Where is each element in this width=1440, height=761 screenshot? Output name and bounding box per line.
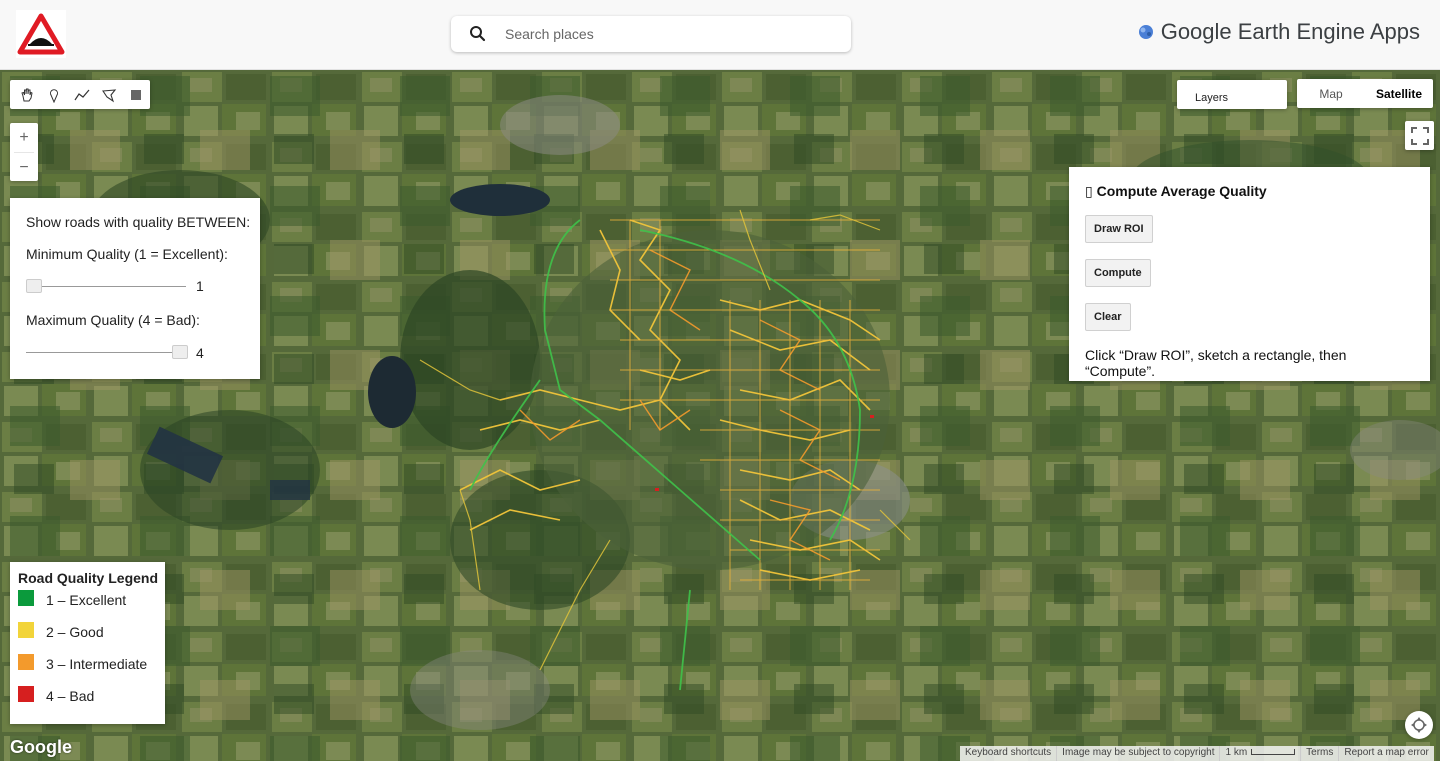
map-footer: Keyboard shortcuts Image may be subject … — [960, 746, 1434, 761]
slider-track — [26, 352, 186, 353]
min-quality-slider[interactable] — [26, 278, 186, 294]
compute-quality-panel: ▯ Compute Average Quality Draw ROI Compu… — [1069, 167, 1430, 381]
legend-label: 1 – Excellent — [46, 592, 127, 608]
quality-filter-panel: Show roads with quality BETWEEN: Minimum… — [10, 198, 260, 379]
scale-label: 1 km — [1225, 747, 1248, 758]
google-logo[interactable]: Google — [10, 737, 72, 758]
compute-panel-title: ▯ Compute Average Quality — [1085, 183, 1267, 199]
legend-label: 2 – Good — [46, 624, 104, 640]
polygon-icon[interactable] — [95, 80, 122, 109]
camera-move-icon — [1411, 717, 1427, 733]
legend-swatch-intermediate — [18, 654, 34, 670]
zoom-in-button[interactable]: + — [10, 123, 38, 152]
slider-thumb[interactable] — [26, 279, 42, 293]
legend-swatch-good — [18, 622, 34, 638]
search-input[interactable] — [505, 26, 825, 42]
max-quality-value: 4 — [196, 345, 204, 361]
keyboard-shortcuts-link[interactable]: Keyboard shortcuts — [960, 746, 1056, 761]
draw-roi-button[interactable]: Draw ROI — [1085, 215, 1153, 243]
drawing-tools — [10, 80, 150, 109]
min-quality-label: Minimum Quality (1 = Excellent): — [26, 246, 228, 262]
road-quality-legend: Road Quality Legend 1 – Excellent 2 – Go… — [10, 562, 165, 724]
search-icon — [470, 26, 486, 42]
camera-control-button[interactable] — [1405, 711, 1433, 739]
legend-item: 1 – Excellent — [18, 590, 165, 624]
rectangle-icon[interactable] — [123, 80, 150, 109]
slider-track — [26, 286, 186, 287]
scale-bar — [1251, 749, 1296, 756]
marker-icon[interactable] — [40, 80, 67, 109]
search-box[interactable] — [451, 16, 851, 52]
compute-hint: Click “Draw ROI”, sketch a rectangle, th… — [1085, 347, 1347, 379]
copyright-notice: Image may be subject to copyright — [1056, 746, 1219, 761]
brand[interactable]: Google Earth Engine Apps — [1137, 19, 1420, 45]
fullscreen-icon — [1410, 126, 1429, 145]
legend-item: 3 – Intermediate — [18, 654, 165, 688]
map-type-satellite[interactable]: Satellite — [1365, 79, 1433, 108]
min-quality-value: 1 — [196, 278, 204, 294]
clear-button[interactable]: Clear — [1085, 303, 1131, 331]
map-type-control: Map Satellite — [1297, 79, 1433, 108]
brand-title: Google Earth Engine Apps — [1160, 19, 1420, 44]
compute-button[interactable]: Compute — [1085, 259, 1151, 287]
legend-item: 4 – Bad — [18, 686, 165, 720]
max-quality-slider[interactable] — [26, 344, 188, 360]
zoom-out-button[interactable]: − — [10, 153, 38, 182]
polyline-icon[interactable] — [68, 80, 95, 109]
filter-heading: Show roads with quality BETWEEN: — [26, 214, 251, 230]
app-header: Google Earth Engine Apps — [0, 0, 1440, 70]
legend-swatch-bad — [18, 686, 34, 702]
layers-button[interactable]: Layers — [1177, 80, 1287, 109]
legend-swatch-excellent — [18, 590, 34, 606]
map-type-map[interactable]: Map — [1297, 79, 1365, 108]
road-bump-warning-icon — [17, 13, 65, 55]
scale-indicator[interactable]: 1 km — [1219, 746, 1300, 761]
hand-pan-icon[interactable] — [13, 80, 40, 109]
legend-label: 4 – Bad — [46, 688, 95, 704]
report-map-error-link[interactable]: Report a map error — [1338, 746, 1433, 761]
zoom-control: + − — [10, 123, 38, 181]
earth-engine-icon — [1138, 25, 1153, 39]
legend-title: Road Quality Legend — [18, 570, 159, 586]
map-canvas[interactable]: + − Layers Map Satellite Show roads with… — [0, 70, 1440, 761]
app-logo[interactable] — [16, 10, 66, 58]
legend-item: 2 – Good — [18, 622, 165, 656]
fullscreen-button[interactable] — [1405, 121, 1434, 150]
terms-link[interactable]: Terms — [1300, 746, 1338, 761]
max-quality-label: Maximum Quality (4 = Bad): — [26, 312, 200, 328]
legend-label: 3 – Intermediate — [46, 656, 148, 672]
slider-thumb[interactable] — [172, 345, 188, 359]
